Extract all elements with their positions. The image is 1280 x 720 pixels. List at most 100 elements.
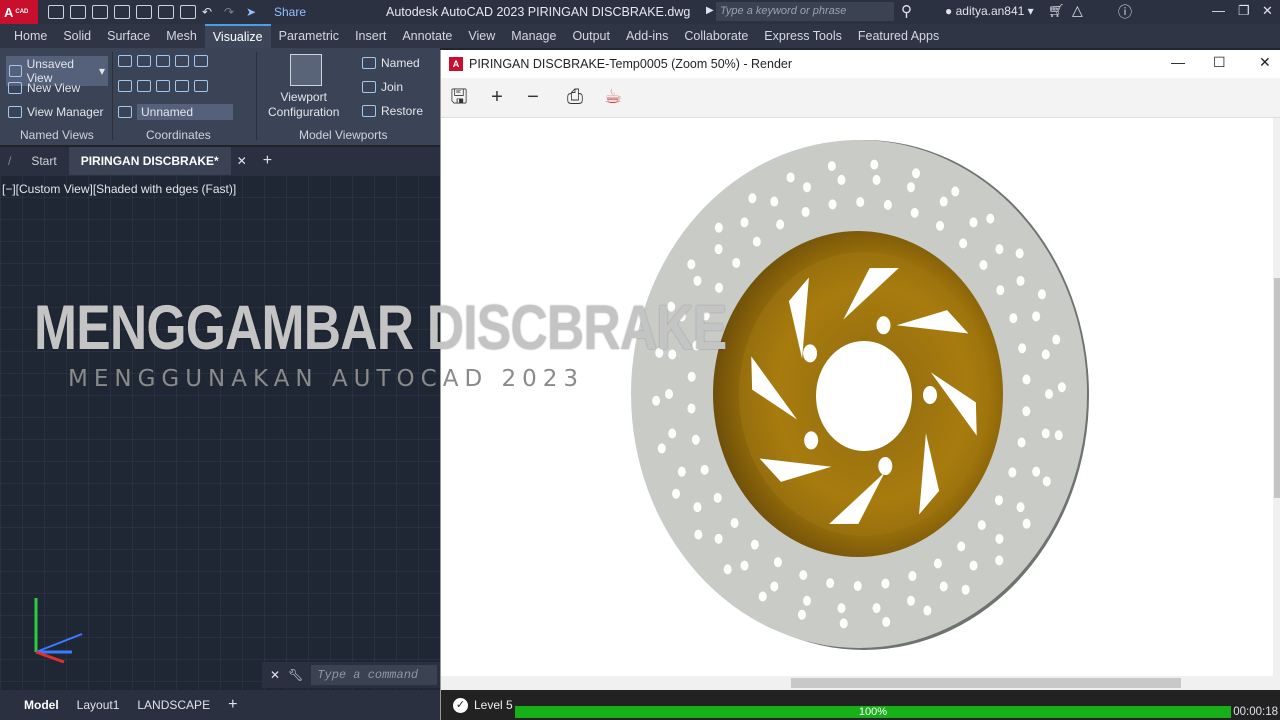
print-render-icon[interactable]: ⎙ [561,84,589,110]
tab-output[interactable]: Output [564,25,618,47]
tab-visualize[interactable]: Visualize [204,24,271,48]
ucs-tools-row2[interactable] [118,80,208,92]
zoom-in-icon[interactable]: + [483,84,511,110]
drill-hole [1008,467,1017,478]
tab-model[interactable]: Model [24,698,59,712]
undo-icon[interactable]: ↶ [202,5,218,19]
restore-icon[interactable]: ❐ [1238,3,1250,19]
drill-hole [1042,476,1051,487]
user-account[interactable]: ● aditya.an841 ▾ [945,4,1034,18]
drill-hole [665,389,673,399]
bolt-hole [876,316,891,335]
tab-layout1[interactable]: Layout1 [77,698,120,712]
tab-annotate[interactable]: Annotate [394,25,460,47]
ucs-icon [34,598,83,664]
tab-active-drawing[interactable]: PIRINGAN DISCBRAKE* [68,147,231,175]
open-folder-icon[interactable] [70,5,86,19]
cart-icon[interactable]: 🛒︎ [1048,3,1065,19]
customize-icon[interactable]: 🔧︎ [288,668,303,682]
search-input[interactable]: Type a keyword or phrase [716,2,894,21]
search-icon[interactable]: ⚲ [901,2,912,20]
viewport-controls-label[interactable]: [−][Custom View][Shaded with edges (Fast… [2,182,236,196]
tab-featured-apps[interactable]: Featured Apps [850,25,947,47]
cancel-render-icon[interactable]: ☕︎ [599,84,627,110]
render-minimize-icon[interactable]: — [1171,54,1185,70]
drill-hole [872,603,881,614]
ucs-tools-row1[interactable] [118,55,208,67]
autocad-logo[interactable]: A CAD [0,0,38,24]
close-icon[interactable]: ✕ [1262,3,1273,19]
zoom-out-icon[interactable]: − [519,84,547,110]
tab-parametric[interactable]: Parametric [271,25,347,47]
render-close-icon[interactable]: ✕ [1259,54,1271,71]
tab-landscape[interactable]: LANDSCAPE [137,698,210,712]
minimize-icon[interactable]: — [1212,3,1225,18]
join-viewports-button[interactable]: Join [362,80,403,94]
tab-collaborate[interactable]: Collaborate [676,25,756,47]
ucs-3point-icon [194,80,208,92]
tab-home[interactable]: Home [6,25,55,47]
view-manager-button[interactable]: View Manager [8,105,104,119]
tab-start[interactable]: Start [19,154,68,168]
save-icon[interactable] [92,5,108,19]
drill-hole [668,428,677,439]
drill-hole [1032,311,1041,322]
render-canvas[interactable] [441,118,1273,676]
quick-access-toolbar: ↶ ↷ ➤ [48,5,262,19]
redo-icon[interactable]: ↷ [224,5,240,19]
save-as-icon[interactable] [114,5,130,19]
viewport-configuration-icon[interactable] [290,54,322,86]
drill-hole [837,174,846,185]
render-maximize-icon[interactable]: ☐ [1213,54,1226,71]
close-tab-icon[interactable]: ✕ [231,154,253,168]
drill-hole [732,257,741,268]
share-icon[interactable]: ➤ [246,5,262,19]
tab-mesh[interactable]: Mesh [158,25,205,47]
drill-hole [770,196,779,207]
tab-add-ins[interactable]: Add-ins [618,25,676,47]
tab-solid[interactable]: Solid [55,25,99,47]
add-tab-icon[interactable]: + [253,152,282,170]
new-view-button[interactable]: New View [8,81,80,95]
ucs-named-dropdown[interactable]: Unnamed [118,104,233,120]
autodesk-icon[interactable]: △ [1072,2,1083,19]
drill-hole [1018,343,1027,354]
new-file-icon[interactable] [48,5,64,19]
help-icon[interactable]: ⓘ [1118,2,1132,22]
drill-hole [856,197,865,208]
group-model-viewports: Model Viewports [299,128,388,142]
drill-hole [748,193,757,204]
close-command-icon[interactable]: ✕ [270,668,280,682]
autocad-small-icon: A [449,57,463,71]
tab-surface[interactable]: Surface [99,25,158,47]
drill-hole [827,161,836,172]
viewport-configuration-button[interactable]: Viewport Configuration [268,90,339,119]
publish-icon[interactable] [136,5,152,19]
user-icon: ● [945,4,953,18]
command-input[interactable]: Type a command [311,665,438,685]
tab-manage[interactable]: Manage [503,25,564,47]
join-icon [362,81,376,93]
drill-hole [752,236,761,247]
ucs-face-icon [137,55,151,67]
tab-express-tools[interactable]: Express Tools [756,25,850,47]
vertical-scrollbar[interactable] [1273,118,1280,676]
add-layout-icon[interactable]: + [228,696,237,714]
restore-viewports-button[interactable]: Restore [362,104,423,118]
print-icon[interactable] [180,5,196,19]
drill-hole [906,595,915,606]
tab-insert[interactable]: Insert [347,25,394,47]
file-tabs: / Start PIRINGAN DISCBRAKE* ✕ + [0,147,440,175]
drill-hole [1032,466,1041,477]
horizontal-scrollbar[interactable] [441,676,1280,690]
play-icon[interactable]: ▶ [706,5,714,16]
save-render-icon[interactable]: 🖫︎ [445,84,473,110]
drill-hole [969,560,978,571]
drill-hole [994,495,1003,506]
drill-hole [995,244,1004,255]
drill-hole [908,571,917,582]
share-button[interactable]: Share [274,5,306,19]
cloud-icon[interactable] [158,5,174,19]
named-viewports-button[interactable]: Named [362,56,420,70]
tab-view[interactable]: View [460,25,503,47]
